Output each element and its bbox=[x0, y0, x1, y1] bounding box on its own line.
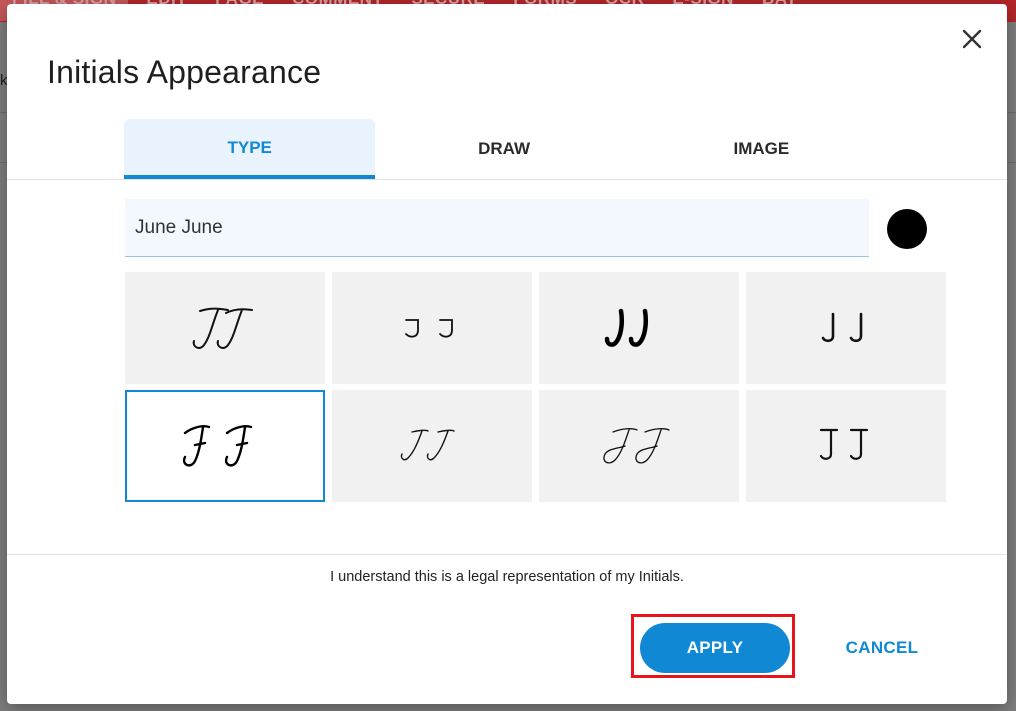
style-option-1[interactable] bbox=[125, 272, 325, 384]
appearance-tabs: TYPE DRAW IMAGE bbox=[124, 119, 890, 179]
style-option-2[interactable] bbox=[332, 272, 532, 384]
footer-divider bbox=[7, 554, 1007, 555]
close-icon bbox=[962, 29, 982, 49]
initials-preview bbox=[821, 312, 863, 343]
style-option-7[interactable] bbox=[539, 390, 739, 502]
tab-draw[interactable]: DRAW bbox=[375, 119, 632, 179]
tab-type[interactable]: TYPE bbox=[124, 119, 376, 179]
initials-preview bbox=[400, 429, 455, 461]
cancel-button[interactable]: CANCEL bbox=[827, 623, 937, 673]
style-option-3[interactable] bbox=[539, 272, 739, 384]
initials-name-input[interactable] bbox=[125, 199, 869, 257]
tabs-divider bbox=[7, 179, 1007, 180]
style-option-6[interactable] bbox=[332, 390, 532, 502]
initials-preview bbox=[405, 319, 453, 338]
legal-disclaimer: I understand this is a legal representat… bbox=[330, 569, 684, 585]
close-button[interactable] bbox=[959, 26, 985, 52]
style-option-8[interactable] bbox=[746, 390, 946, 502]
apply-button[interactable]: APPLY bbox=[640, 623, 790, 673]
tab-image[interactable]: IMAGE bbox=[633, 119, 890, 179]
style-option-5[interactable] bbox=[125, 390, 325, 502]
initials-preview bbox=[603, 428, 670, 464]
style-option-4[interactable] bbox=[746, 272, 946, 384]
initials-preview bbox=[819, 428, 869, 460]
initials-preview bbox=[192, 307, 253, 349]
initials-preview bbox=[182, 425, 253, 467]
ink-color-picker[interactable] bbox=[887, 209, 927, 249]
initials-style-grid bbox=[125, 272, 946, 503]
initials-appearance-dialog: Initials Appearance TYPE DRAW IMAGE June… bbox=[7, 4, 1007, 704]
dialog-title: Initials Appearance bbox=[47, 54, 322, 90]
initials-preview bbox=[604, 308, 649, 347]
